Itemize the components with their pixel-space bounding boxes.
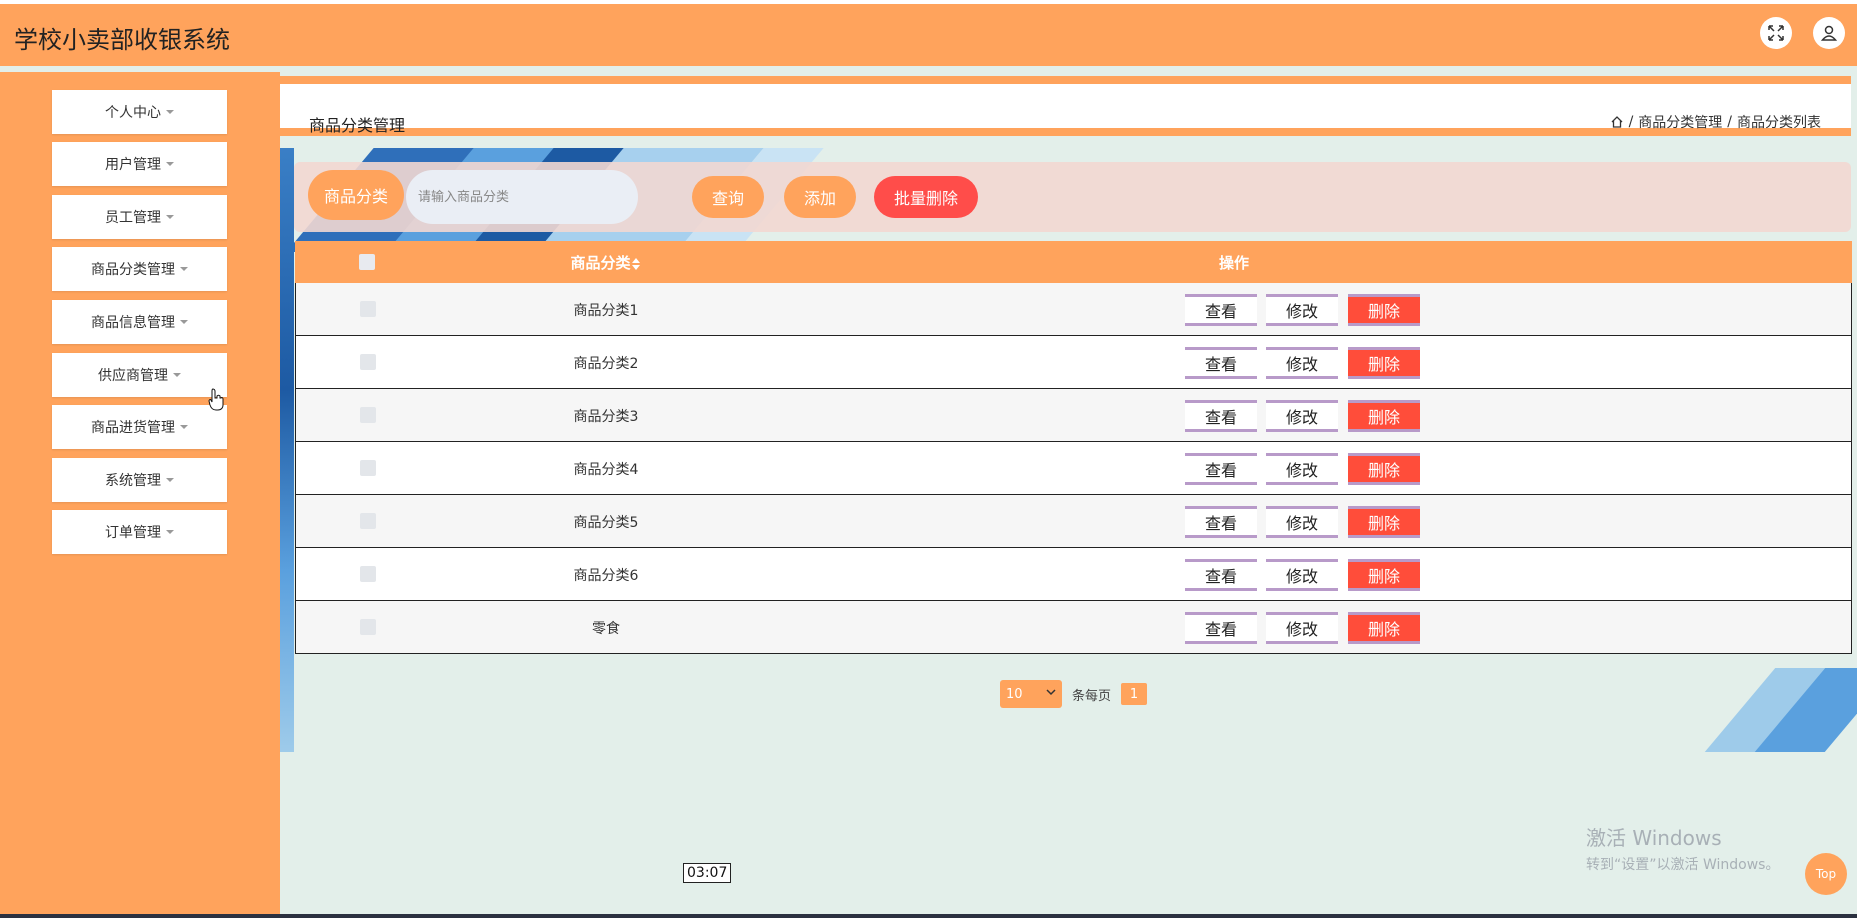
view-button[interactable]: 查看 xyxy=(1185,347,1257,379)
search-label: 商品分类 xyxy=(308,170,404,220)
breadcrumb-item: 商品分类列表 xyxy=(1737,115,1821,131)
add-button[interactable]: 添加 xyxy=(784,176,856,218)
edit-button[interactable]: 修改 xyxy=(1266,612,1338,644)
row-checkbox[interactable] xyxy=(360,619,376,635)
search-bar: 商品分类 查询 添加 批量删除 xyxy=(294,162,1851,232)
activation-watermark: 激活 Windows 转到“设置”以激活 Windows。 xyxy=(1586,826,1780,873)
row-checkbox[interactable] xyxy=(360,301,376,317)
category-cell: 商品分类6 xyxy=(573,568,639,584)
table-header: 商品分类 操作 xyxy=(295,241,1852,283)
breadcrumb: / 商品分类管理 / 商品分类列表 xyxy=(1610,112,1821,132)
edit-button[interactable]: 修改 xyxy=(1266,453,1338,485)
category-cell: 零食 xyxy=(592,621,620,637)
sidebar-item-staff[interactable]: 员工管理 xyxy=(52,195,227,239)
app-header: 学校小卖部收银系统 xyxy=(0,4,1857,66)
view-button[interactable]: 查看 xyxy=(1185,400,1257,432)
page-title: 商品分类管理 xyxy=(309,116,406,135)
sidebar-item-category[interactable]: 商品分类管理 xyxy=(52,247,227,291)
table-row: 商品分类5 查看 修改 删除 xyxy=(295,495,1852,548)
delete-button[interactable]: 删除 xyxy=(1348,453,1420,485)
delete-button[interactable]: 删除 xyxy=(1348,400,1420,432)
sort-icon[interactable] xyxy=(631,257,640,270)
search-input[interactable] xyxy=(406,170,638,224)
caret-down-icon xyxy=(173,373,181,377)
delete-button[interactable]: 删除 xyxy=(1348,506,1420,538)
sidebar-item-supplier[interactable]: 供应商管理 xyxy=(52,353,227,397)
table-row: 商品分类4 查看 修改 删除 xyxy=(295,442,1852,495)
query-button[interactable]: 查询 xyxy=(692,176,764,218)
page-size-select[interactable]: 10 xyxy=(1000,680,1062,708)
caret-down-icon xyxy=(166,530,174,534)
header-category[interactable]: 商品分类 xyxy=(455,252,755,273)
view-button[interactable]: 查看 xyxy=(1185,506,1257,538)
view-button[interactable]: 查看 xyxy=(1185,612,1257,644)
view-button[interactable]: 查看 xyxy=(1185,453,1257,485)
edit-button[interactable]: 修改 xyxy=(1266,347,1338,379)
sidebar-item-goods[interactable]: 商品信息管理 xyxy=(52,300,227,344)
title-band: 商品分类管理 / 商品分类管理 / 商品分类列表 xyxy=(280,76,1851,136)
category-cell: 商品分类1 xyxy=(573,303,639,319)
row-checkbox[interactable] xyxy=(360,566,376,582)
view-button[interactable]: 查看 xyxy=(1185,559,1257,591)
caret-down-icon xyxy=(180,320,188,324)
timer-tooltip: 03:07 xyxy=(683,863,732,883)
sidebar-item-users[interactable]: 用户管理 xyxy=(52,142,227,186)
table-row: 商品分类6 查看 修改 删除 xyxy=(295,548,1852,601)
caret-down-icon xyxy=(166,478,174,482)
category-cell: 商品分类3 xyxy=(573,409,639,425)
category-cell: 商品分类5 xyxy=(573,515,639,531)
bottom-bar xyxy=(0,914,1857,918)
fullscreen-icon xyxy=(1768,25,1784,41)
sidebar-item-orders[interactable]: 订单管理 xyxy=(52,510,227,554)
sidebar-item-purchase[interactable]: 商品进货管理 xyxy=(52,405,227,449)
home-icon[interactable] xyxy=(1610,115,1624,129)
row-checkbox[interactable] xyxy=(360,354,376,370)
fullscreen-button[interactable] xyxy=(1760,17,1792,49)
chevron-down-icon xyxy=(1046,689,1056,696)
table-row: 零食 查看 修改 删除 xyxy=(295,601,1852,654)
view-button[interactable]: 查看 xyxy=(1185,294,1257,326)
edit-button[interactable]: 修改 xyxy=(1266,294,1338,326)
sidebar-item-system[interactable]: 系统管理 xyxy=(52,458,227,502)
delete-button[interactable]: 删除 xyxy=(1348,294,1420,326)
row-checkbox[interactable] xyxy=(360,407,376,423)
breadcrumb-item[interactable]: 商品分类管理 xyxy=(1638,112,1722,132)
app-title: 学校小卖部收银系统 xyxy=(14,26,230,54)
edit-button[interactable]: 修改 xyxy=(1266,400,1338,432)
select-all-checkbox[interactable] xyxy=(359,254,375,270)
pagination: 10 条每页 1 xyxy=(1000,680,1148,708)
user-icon xyxy=(1820,25,1838,41)
caret-down-icon xyxy=(166,215,174,219)
table-row: 商品分类1 查看 修改 删除 xyxy=(295,283,1852,336)
delete-button[interactable]: 删除 xyxy=(1348,347,1420,379)
row-checkbox[interactable] xyxy=(360,513,376,529)
delete-button[interactable]: 删除 xyxy=(1348,612,1420,644)
caret-down-icon xyxy=(166,162,174,166)
caret-down-icon xyxy=(180,425,188,429)
main-content: 商品分类管理 / 商品分类管理 / 商品分类列表 商品分类 查询 添加 批量删除… xyxy=(280,72,1857,918)
header-actions: 操作 xyxy=(1218,254,1249,272)
per-page-label: 条每页 xyxy=(1072,688,1112,704)
caret-down-icon xyxy=(180,267,188,271)
category-cell: 商品分类2 xyxy=(573,356,639,372)
edit-button[interactable]: 修改 xyxy=(1266,559,1338,591)
page-number[interactable]: 1 xyxy=(1121,683,1148,705)
caret-down-icon xyxy=(166,110,174,114)
sidebar-item-personal[interactable]: 个人中心 xyxy=(52,90,227,134)
batch-delete-button[interactable]: 批量删除 xyxy=(874,176,978,218)
table-row: 商品分类3 查看 修改 删除 xyxy=(295,389,1852,442)
table-row: 商品分类2 查看 修改 删除 xyxy=(295,336,1852,389)
category-table: 商品分类 操作 商品分类1 查看 修改 删除 商品分类2 查看 修改 删除 商品… xyxy=(295,241,1852,654)
edit-button[interactable]: 修改 xyxy=(1266,506,1338,538)
hand-cursor-icon xyxy=(208,388,224,411)
row-checkbox[interactable] xyxy=(360,460,376,476)
back-to-top-button[interactable]: Top xyxy=(1805,853,1847,895)
category-cell: 商品分类4 xyxy=(573,462,639,478)
delete-button[interactable]: 删除 xyxy=(1348,559,1420,591)
sidebar: 个人中心 用户管理 员工管理 商品分类管理 商品信息管理 供应商管理 商品进货管… xyxy=(0,72,280,918)
user-button[interactable] xyxy=(1813,17,1845,49)
